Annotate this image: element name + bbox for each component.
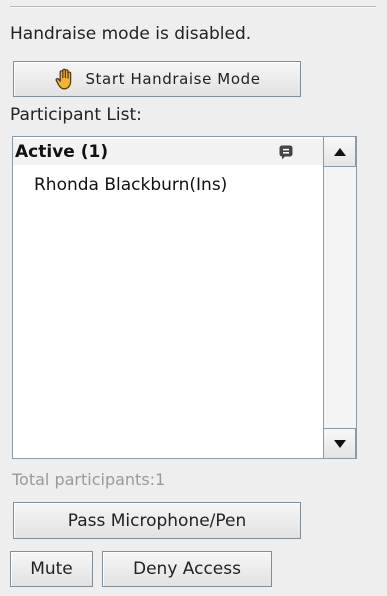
participant-list-label: Participant List: [10,105,142,125]
start-handraise-button[interactable]: Start Handraise Mode [13,61,301,97]
group-title: Active (1) [15,142,109,162]
vertical-scrollbar[interactable] [323,137,356,458]
scroll-up-button[interactable] [324,137,356,167]
scroll-track[interactable] [324,167,356,428]
mute-label: Mute [30,559,73,579]
start-handraise-label: Start Handraise Mode [85,70,261,88]
raised-hand-icon [53,67,77,91]
deny-access-button[interactable]: Deny Access [102,551,272,587]
chat-icon [278,144,294,160]
separator [10,6,376,8]
list-item[interactable]: Rhonda Blackburn(Ins) [34,174,227,196]
deny-access-label: Deny Access [133,559,241,579]
participant-list[interactable]: Active (1) Rhonda Blackburn(Ins) [12,136,357,459]
scroll-down-button[interactable] [324,428,356,458]
arrow-up-icon [333,147,346,156]
participant-list-content: Active (1) Rhonda Blackburn(Ins) [13,137,323,458]
mute-button[interactable]: Mute [10,551,93,587]
participant-panel: Handraise mode is disabled. Start Handra… [0,0,387,596]
pass-microphone-label: Pass Microphone/Pen [67,510,247,531]
handraise-status-text: Handraise mode is disabled. [10,24,252,44]
arrow-down-icon [333,439,346,448]
pass-microphone-button[interactable]: Pass Microphone/Pen [13,502,301,539]
group-header-active[interactable]: Active (1) [13,139,323,165]
total-participants-text: Total participants:1 [12,470,166,489]
